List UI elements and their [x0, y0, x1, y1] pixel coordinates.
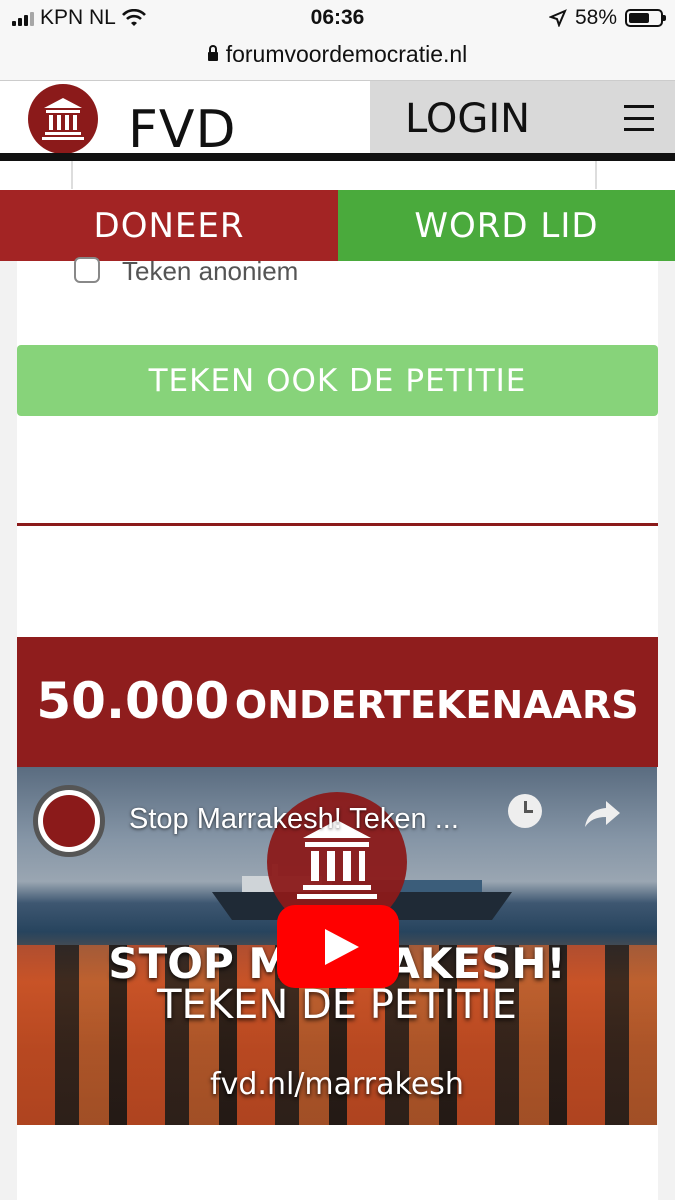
sign-petition-label[interactable]: TEKEN OOK DE PETITIE: [17, 363, 658, 399]
login-label[interactable]: LOGIN: [405, 96, 530, 142]
petition-card: [17, 261, 658, 681]
share-icon[interactable]: [582, 797, 622, 829]
signatures-text: 50.000 ONDERTEKENAARS: [17, 672, 658, 730]
youtube-video-embed[interactable]: Stop Marrakesh! Teken ... STOP MARRAKESH…: [17, 767, 657, 1125]
join-label: WORD LID: [414, 206, 599, 246]
signature-count: 50.000: [36, 672, 230, 730]
hamburger-menu-icon[interactable]: [624, 105, 654, 131]
channel-avatar-icon[interactable]: [33, 785, 105, 857]
video-title[interactable]: Stop Marrakesh! Teken ...: [129, 803, 459, 836]
section-divider: [17, 523, 658, 526]
donate-label: DONEER: [93, 206, 245, 246]
field-border-right: [595, 161, 597, 189]
url-bar[interactable]: forumvoordemocratie.nl: [0, 38, 675, 81]
battery-percent: 58%: [574, 6, 617, 29]
fvd-logo-icon[interactable]: [28, 84, 98, 154]
join-button[interactable]: WORD LID: [338, 190, 675, 261]
status-right: 58%: [548, 6, 666, 30]
lock-icon: [207, 45, 218, 61]
logo-text[interactable]: FVD: [128, 100, 237, 160]
play-button-icon[interactable]: [277, 905, 399, 988]
video-url-text: fvd.nl/marrakesh: [210, 1067, 464, 1102]
donate-button[interactable]: DONEER: [0, 190, 338, 261]
content-bottom: [17, 1125, 658, 1200]
battery-icon: [625, 9, 666, 27]
video-subline: TEKEN DE PETITIE: [157, 982, 517, 1028]
header-divider: [0, 153, 675, 161]
field-border-left: [71, 161, 73, 189]
watch-later-icon[interactable]: [508, 794, 542, 828]
url-display[interactable]: forumvoordemocratie.nl: [0, 41, 675, 68]
url-text: forumvoordemocratie.nl: [225, 41, 468, 67]
temple-icon: [42, 98, 84, 140]
location-arrow-icon: [548, 9, 567, 27]
anonymous-checkbox[interactable]: [74, 257, 100, 283]
form-field-remnant: [0, 161, 675, 191]
anonymous-label: Teken anoniem: [122, 256, 299, 286]
signature-count-label: ONDERTEKENAARS: [234, 683, 639, 727]
